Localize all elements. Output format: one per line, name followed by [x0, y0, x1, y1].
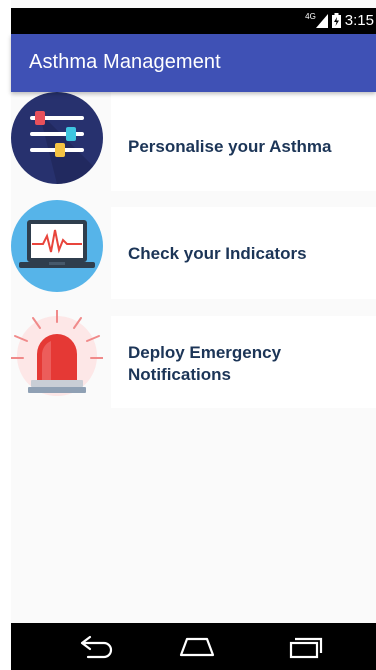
back-button[interactable] — [76, 633, 116, 661]
emergency-siren-icon — [10, 309, 104, 407]
menu-item-personalise[interactable]: Personalise your Asthma — [11, 92, 376, 191]
status-bar: 4G 3:15 — [11, 8, 376, 34]
home-button[interactable] — [177, 633, 217, 661]
app-title: Asthma Management — [29, 51, 221, 73]
menu-item-label: Personalise your Asthma — [128, 137, 332, 156]
menu-item-label: Notifications — [128, 365, 231, 384]
menu-item-label: Deploy Emergency — [128, 343, 282, 362]
clock: 3:15 — [344, 12, 374, 29]
left-gutter — [0, 0, 11, 670]
app-bar: Asthma Management — [11, 34, 376, 92]
navigation-bar — [11, 623, 376, 670]
recent-apps-icon — [289, 637, 323, 659]
back-icon — [80, 635, 113, 659]
status-icons: 4G 3:15 — [305, 12, 374, 29]
recent-apps-button[interactable] — [285, 633, 325, 661]
menu-item-emergency[interactable]: Deploy Emergency Notifications — [10, 309, 376, 408]
home-icon — [179, 637, 215, 657]
menu-item-label: Check your Indicators — [128, 244, 307, 263]
settings-sliders-icon — [11, 92, 103, 189]
battery-icon — [331, 13, 341, 28]
heartbeat-laptop-icon — [11, 200, 103, 297]
signal-icon — [315, 13, 328, 28]
network-type-label: 4G — [305, 11, 316, 21]
menu-item-indicators[interactable]: Check your Indicators — [11, 200, 376, 299]
app-screen: 4G 3:15 Asthma Management Personalise yo… — [0, 0, 376, 670]
